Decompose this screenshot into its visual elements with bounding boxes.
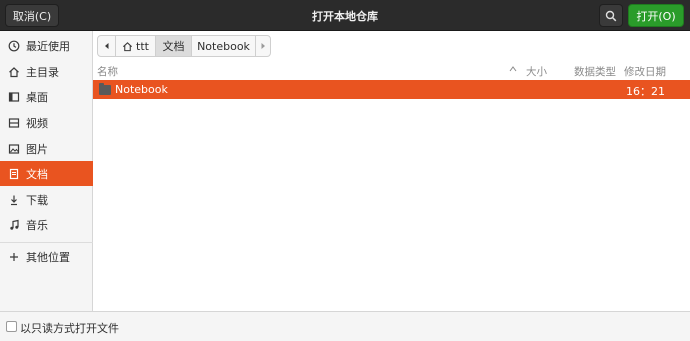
clock-icon	[8, 40, 20, 52]
sidebar-item-label: 视频	[26, 116, 48, 130]
file-name: Notebook	[115, 83, 168, 96]
chevron-right-icon	[261, 43, 265, 49]
path-segment-label: 文档	[162, 40, 185, 53]
plus-icon	[8, 251, 20, 263]
path-segment-notebook[interactable]: Notebook	[192, 36, 256, 56]
cancel-button[interactable]: 取消(C)	[5, 4, 59, 27]
folder-icon	[99, 83, 111, 95]
sidebar-item-home[interactable]: 主目录	[0, 59, 93, 84]
path-forward-button[interactable]	[256, 36, 270, 56]
sidebar-item-music[interactable]: 音乐	[0, 212, 93, 237]
sidebar-item-recent[interactable]: 最近使用	[0, 33, 93, 58]
sidebar-item-label: 主目录	[26, 65, 59, 79]
sidebar-divider	[0, 242, 93, 243]
dialog-title: 打开本地仓库	[312, 9, 378, 23]
column-type[interactable]: 数据类型	[574, 64, 616, 79]
readonly-label[interactable]: 以只读方式打开文件	[20, 320, 119, 336]
sidebar-item-label: 下载	[26, 193, 48, 207]
video-icon	[8, 117, 20, 129]
sidebar-item-videos[interactable]: 视频	[0, 110, 93, 135]
file-row[interactable]: Notebook 16：21	[93, 80, 690, 99]
column-name[interactable]: 名称	[97, 64, 118, 79]
sidebar-item-desktop[interactable]: 桌面	[0, 84, 93, 109]
path-segment-home[interactable]: ttt	[116, 36, 156, 56]
sidebar-item-other-locations[interactable]: 其他位置	[0, 244, 93, 269]
music-icon	[8, 219, 20, 231]
sidebar-item-label: 最近使用	[26, 39, 70, 53]
search-button[interactable]	[599, 4, 623, 27]
open-button[interactable]: 打开(O)	[628, 4, 684, 27]
header-bar: 取消(C) 打开本地仓库 打开(O)	[0, 0, 690, 31]
path-segment-label: Notebook	[197, 39, 250, 53]
places-sidebar: 最近使用 主目录 桌面 视频 图片 文档 下载 音乐 其他位置	[0, 31, 93, 311]
desktop-icon	[8, 91, 20, 103]
sidebar-item-pictures[interactable]: 图片	[0, 136, 93, 161]
sidebar-item-downloads[interactable]: 下载	[0, 187, 93, 212]
column-size[interactable]: 大小	[526, 64, 547, 79]
readonly-checkbox[interactable]	[6, 321, 17, 332]
sidebar-item-label: 音乐	[26, 218, 48, 232]
document-icon	[8, 168, 20, 180]
home-icon	[8, 66, 20, 78]
picture-icon	[8, 143, 20, 155]
file-chooser-dialog: 取消(C) 打开本地仓库 打开(O) 最近使用 主目录 桌面 视频 图片 文档 …	[0, 0, 690, 341]
sidebar-item-label: 图片	[26, 142, 48, 156]
path-segment-documents[interactable]: 文档	[156, 36, 192, 56]
path-bar: ttt 文档 Notebook	[97, 35, 271, 57]
column-header: 名称 大小 数据类型 修改日期	[93, 63, 690, 80]
sort-up-icon	[509, 64, 517, 76]
file-modified: 16：21	[626, 85, 665, 98]
sidebar-item-documents[interactable]: 文档	[0, 161, 93, 186]
path-back-button[interactable]	[98, 36, 116, 56]
sidebar-item-label: 文档	[26, 167, 48, 181]
path-segment-label: ttt	[136, 39, 149, 53]
home-icon	[123, 41, 133, 51]
sidebar-item-label: 桌面	[26, 90, 48, 104]
download-icon	[8, 194, 20, 206]
column-modified[interactable]: 修改日期	[624, 64, 666, 79]
footer-bar: 以只读方式打开文件	[0, 311, 690, 341]
chevron-left-icon	[104, 43, 108, 49]
search-icon	[605, 10, 617, 21]
file-list-area: ttt 文档 Notebook 名称 大小 数据类型 修改日期 Notebook	[93, 31, 690, 311]
sidebar-item-label: 其他位置	[26, 250, 70, 264]
